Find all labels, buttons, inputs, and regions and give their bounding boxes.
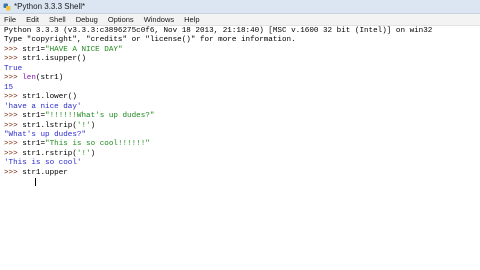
shell-line: "What's up dudes?" (4, 131, 86, 140)
shell-line: 'have a nice day' (4, 103, 81, 112)
menu-bar: File Edit Shell Debug Options Windows He… (0, 14, 480, 26)
shell-prompt: >>> (4, 168, 23, 177)
menu-options[interactable]: Options (103, 14, 139, 25)
builtin-keyword: len (22, 74, 36, 83)
menu-windows[interactable]: Windows (139, 14, 179, 25)
code-text: ) (90, 121, 96, 130)
string-literal: '!' (76, 121, 91, 130)
shell-prompt: >>> (4, 55, 23, 64)
window-title-bar[interactable]: *Python 3.3.3 Shell* (0, 0, 480, 14)
shell-line: >>> len(str1) (4, 74, 63, 83)
code-text: str1.upper (22, 168, 68, 177)
shell-line: >>> str1.upper (4, 169, 68, 178)
output-text: True (4, 64, 23, 73)
output-text: "What's up dudes?" (4, 130, 87, 139)
string-literal: "This is so cool!!!!!!" (45, 140, 150, 149)
code-text: str1.lower() (22, 93, 77, 102)
shell-prompt: >>> (4, 93, 23, 102)
string-literal: "!!!!!!What's up dudes?" (45, 112, 155, 121)
python-app-icon (3, 3, 11, 11)
shell-line: >>> str1.lower() (4, 93, 77, 102)
shell-prompt: >>> (4, 112, 23, 121)
shell-line: >>> str1="This is so cool!!!!!!" (4, 140, 150, 149)
menu-file[interactable]: File (0, 14, 21, 25)
shell-line: 'This is so cool' (4, 159, 81, 168)
window-title: *Python 3.3.3 Shell* (14, 2, 86, 11)
output-text: 'This is so cool' (4, 159, 82, 168)
shell-line: Type "copyright", "credits" or "license(… (4, 36, 296, 45)
shell-prompt: >>> (4, 74, 23, 83)
menu-debug[interactable]: Debug (71, 14, 103, 25)
shell-line: >>> str1="HAVE A NICE DAY" (4, 46, 123, 55)
menu-edit[interactable]: Edit (21, 14, 44, 25)
shell-prompt: >>> (4, 45, 23, 54)
menu-shell[interactable]: Shell (44, 14, 71, 25)
shell-line: True (4, 65, 22, 74)
code-text: str1.rstrip( (22, 149, 77, 158)
code-text: str1.lstrip( (22, 121, 77, 130)
code-text: str1= (22, 112, 46, 121)
shell-line: >>> str1="!!!!!!What's up dudes?" (4, 112, 154, 121)
shell-line: >>> str1.rstrip('!') (4, 150, 95, 159)
code-text: str1.isupper() (22, 55, 87, 64)
code-text: (str1) (35, 74, 64, 83)
code-text: str1= (22, 140, 46, 149)
text-cursor (35, 178, 36, 186)
string-literal: "HAVE A NICE DAY" (45, 45, 123, 54)
code-text: Python 3.3.3 (v3.3.3:c3896275c0f6, Nov 1… (4, 27, 433, 35)
shell-text-area[interactable]: Python 3.3.3 (v3.3.3:c3896275c0f6, Nov 1… (0, 26, 480, 270)
shell-prompt: >>> (4, 149, 23, 158)
shell-line: >>> str1.isupper() (4, 55, 86, 64)
shell-prompt: >>> (4, 140, 23, 149)
string-literal: '!' (76, 149, 91, 158)
output-text: 'have a nice day' (4, 102, 82, 111)
code-text: ) (90, 149, 96, 158)
output-text: 15 (4, 83, 14, 92)
shell-prompt: >>> (4, 121, 23, 130)
code-text: str1= (22, 45, 46, 54)
shell-line: 15 (4, 84, 13, 93)
shell-line: Python 3.3.3 (v3.3.3:c3896275c0f6, Nov 1… (4, 27, 432, 36)
menu-help[interactable]: Help (179, 14, 204, 25)
code-text: Type "copyright", "credits" or "license(… (4, 36, 296, 45)
shell-line: >>> str1.lstrip('!') (4, 122, 95, 131)
